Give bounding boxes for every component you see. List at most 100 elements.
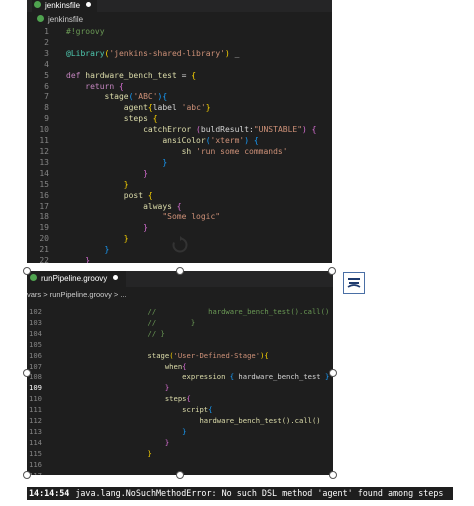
- code-line[interactable]: 107 when{: [27, 362, 329, 373]
- code-line[interactable]: 12 sh 'run some commands': [27, 147, 317, 158]
- line-number: 1: [44, 27, 49, 36]
- code-line[interactable]: 116: [27, 460, 329, 471]
- line-number: 110: [29, 394, 42, 404]
- code-line[interactable]: 115 }: [27, 449, 329, 460]
- code-line[interactable]: 114 }: [27, 438, 329, 449]
- code-token: }: [66, 234, 129, 244]
- code-token: }: [61, 437, 170, 447]
- code-area-bottom[interactable]: 102 // hardware_bench_test().call() 103 /…: [27, 307, 329, 475]
- code-line[interactable]: 102 // hardware_bench_test().call(): [27, 307, 329, 318]
- code-line[interactable]: 106 stage('User-Defined-Stage'){: [27, 351, 329, 362]
- code-line[interactable]: 4: [27, 60, 317, 71]
- code-line[interactable]: 105: [27, 340, 329, 351]
- code-line[interactable]: 111 script{: [27, 405, 329, 416]
- code-token: label: [152, 103, 182, 113]
- code-area-top[interactable]: 1 #!groovy 2 3 @Library('jenkins-shared-libr…: [27, 27, 317, 263]
- code-line[interactable]: 6 return {: [27, 82, 317, 93]
- code-token: // }: [61, 317, 196, 327]
- code-token: {: [311, 125, 317, 135]
- code-token: }: [66, 245, 110, 255]
- breadcrumb[interactable]: jenkinsfile: [37, 15, 83, 25]
- line-number: 15: [39, 179, 49, 189]
- code-line[interactable]: 22 }: [27, 256, 317, 263]
- line-number: 2: [44, 37, 49, 47]
- code-token: ): [302, 125, 312, 135]
- line-number: 104: [29, 328, 42, 338]
- code-line[interactable]: 3 @Library('jenkins-shared-library') _: [27, 49, 317, 60]
- line-number: 115: [29, 448, 42, 458]
- code-line[interactable]: 7 stage('ABC'){: [27, 92, 317, 103]
- code-line[interactable]: 113 }: [27, 427, 329, 438]
- jenkins-icon: [37, 15, 44, 23]
- code-line[interactable]: 2: [27, 38, 317, 49]
- line-number: 6: [44, 81, 49, 91]
- code-line[interactable]: 1 #!groovy: [27, 27, 317, 38]
- line-number: 102: [29, 307, 42, 316]
- code-token: expression: [61, 372, 230, 382]
- code-token: sh: [66, 146, 197, 156]
- resize-handle-top-left[interactable]: [23, 267, 31, 275]
- code-line[interactable]: 15 }: [27, 180, 317, 191]
- filter-lines-icon: [347, 278, 361, 288]
- code-line[interactable]: 9 steps {: [27, 114, 317, 125]
- code-line[interactable]: 19 }: [27, 223, 317, 234]
- line-number: 105: [29, 339, 42, 349]
- code-token: {: [147, 190, 153, 200]
- code-line[interactable]: 112 hardware_bench_test().call(): [27, 416, 329, 427]
- code-line[interactable]: 17 always {: [27, 202, 317, 213]
- line-number: 109: [29, 383, 42, 393]
- resize-handle-left[interactable]: [23, 369, 31, 377]
- layout-options-button[interactable]: [343, 272, 365, 294]
- top-editor-panel: jenkinsfile jenkinsfile 1 #!groovy 2 3 @Libr…: [27, 0, 332, 263]
- code-line[interactable]: 104 // }: [27, 329, 329, 340]
- code-line[interactable]: 109 }: [27, 383, 329, 394]
- code-token: }: [66, 168, 148, 178]
- code-line[interactable]: 110 steps{: [27, 394, 329, 405]
- code-token: def: [66, 70, 86, 80]
- line-number: 106: [29, 350, 42, 360]
- code-line[interactable]: 13 }: [27, 158, 317, 169]
- resize-handle-top-right[interactable]: [328, 267, 336, 275]
- code-line[interactable]: 18 "Some logic": [27, 212, 317, 223]
- line-number: 113: [29, 426, 42, 436]
- code-token: // hardware_bench_test().call(): [61, 307, 330, 316]
- line-number: 112: [29, 416, 42, 426]
- tab-runpipeline[interactable]: runPipeline.groovy: [27, 271, 127, 287]
- code-token: {: [176, 201, 182, 211]
- tab-jenkinsfile[interactable]: jenkinsfile: [32, 0, 98, 12]
- code-line[interactable]: 103 // }: [27, 318, 329, 329]
- line-number: 114: [29, 437, 42, 447]
- code-line[interactable]: 14 }: [27, 169, 317, 180]
- code-line[interactable]: 10 catchError (buldResult:"UNSTABLE") {: [27, 125, 317, 136]
- code-token: stage: [61, 350, 170, 360]
- line-number: 11: [39, 136, 49, 146]
- line-number: 103: [29, 317, 42, 327]
- code-token: ansiColor: [66, 136, 206, 146]
- rotate-icon[interactable]: [171, 236, 189, 254]
- code-line[interactable]: 8 agent{label 'abc'}: [27, 103, 317, 114]
- code-token: catchError: [66, 125, 197, 135]
- code-token: }: [66, 179, 129, 189]
- console-timestamp: 14:14:54: [29, 488, 70, 498]
- resize-handle-top[interactable]: [176, 267, 184, 275]
- code-token: stage: [66, 92, 129, 102]
- resize-handle-bottom[interactable]: [176, 471, 184, 479]
- code-token: 'ABC': [133, 92, 158, 102]
- code-token: ) {: [244, 136, 259, 146]
- line-number: 19: [39, 223, 49, 233]
- line-number: 116: [29, 459, 42, 469]
- resize-handle-bottom-right[interactable]: [329, 471, 337, 479]
- breadcrumb-path: vars > runPipeline.groovy > ...: [27, 290, 127, 299]
- code-line[interactable]: 16 post {: [27, 191, 317, 202]
- code-token: =: [176, 70, 192, 80]
- code-line[interactable]: 108 expression { hardware_bench_test }: [27, 372, 329, 383]
- console-output-line: 14:14:54 java.lang.NoSuchMethodError: No …: [27, 487, 453, 500]
- breadcrumb[interactable]: vars > runPipeline.groovy > ...: [27, 290, 127, 300]
- code-line[interactable]: 5 def hardware_bench_test = {: [27, 71, 317, 82]
- code-token: agent: [66, 103, 148, 113]
- code-token: "UNSTABLE": [253, 125, 303, 135]
- code-line[interactable]: 11 ansiColor('xterm') {: [27, 136, 317, 147]
- code-token: 'User-Defined-Stage': [173, 350, 261, 360]
- resize-handle-right[interactable]: [329, 369, 337, 377]
- resize-handle-bottom-left[interactable]: [23, 471, 31, 479]
